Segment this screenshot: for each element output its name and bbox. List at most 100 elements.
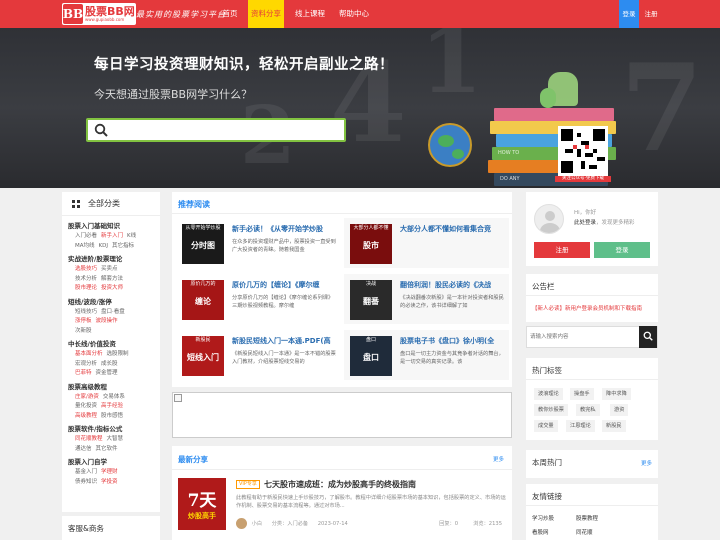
- card-title[interactable]: 新股民短线入门一本通.PDF(高: [232, 336, 336, 346]
- login-hint-strong[interactable]: 此处登录: [574, 220, 596, 226]
- search-icon[interactable]: [94, 123, 108, 137]
- category-link[interactable]: 波段操作: [96, 318, 118, 324]
- category-link[interactable]: 新手入门: [101, 233, 123, 239]
- category-link[interactable]: 同花顺教程: [75, 436, 103, 442]
- category-link[interactable]: MA均线: [75, 243, 95, 249]
- card-title[interactable]: 新手必读！《从零开始学炒股: [232, 224, 336, 234]
- card-desc: 分享原价几万的【缠论】《摩尔缠论系列课》三期炒股视频教程。摩尔缠: [232, 295, 334, 309]
- category-link[interactable]: 成长股: [101, 361, 118, 367]
- card-thumbnail[interactable]: 大部分人都不懂 股市: [350, 224, 392, 264]
- recommend-card[interactable]: 从零开始学炒股 分时图 新手必读！《从零开始学炒股 在众多的投资理财产品中，股票投资一…: [176, 218, 341, 268]
- slogan: 最实用的股票学习平台: [136, 10, 226, 19]
- tag-item[interactable]: 游资: [610, 404, 629, 416]
- category-group-title: 实战进阶/股票理论: [68, 255, 123, 263]
- category-link[interactable]: KDJ: [99, 243, 108, 249]
- hot-more-link[interactable]: 更多: [641, 459, 652, 467]
- friend-link[interactable]: 看股网: [532, 528, 549, 536]
- category-link[interactable]: 大智慧: [107, 436, 124, 442]
- card-title[interactable]: 股票电子书《盘口》徐小明(全: [400, 336, 504, 346]
- card-thumbnail[interactable]: 从零开始学炒股 分时图: [182, 224, 224, 264]
- nav-resources[interactable]: 资料分享: [248, 0, 284, 28]
- card-thumbnail[interactable]: 决战 翻番: [350, 280, 392, 320]
- category-link[interactable]: 交易体系: [103, 394, 125, 400]
- recommend-card[interactable]: 决战 翻番 翻倍利润！股民必读的《决战 《决战翻番次新股》是一本针对投资者和股民的必读…: [344, 274, 509, 324]
- category-link[interactable]: 基本面分析: [75, 351, 103, 357]
- nav-home[interactable]: 首页: [216, 0, 244, 28]
- card-thumbnail[interactable]: 盘口 盘口: [350, 336, 392, 376]
- category-link[interactable]: 股市理论: [75, 285, 97, 291]
- thumb-sub-text: 炒股高手: [188, 512, 216, 520]
- friend-link[interactable]: 同花顺: [576, 528, 593, 536]
- tag-item[interactable]: 降中求降: [602, 388, 631, 400]
- card-thumbnail[interactable]: 新股民 短线入门: [182, 336, 224, 376]
- tag-item[interactable]: 操盘手: [570, 388, 594, 400]
- login-button[interactable]: 登录: [594, 242, 650, 258]
- business-title[interactable]: 客服&商务: [68, 523, 104, 534]
- category-link[interactable]: 技术分析: [75, 276, 97, 282]
- category-link[interactable]: 其它指标: [112, 243, 134, 249]
- category-link[interactable]: 量化投资: [75, 403, 97, 409]
- tag-item[interactable]: 波浪理论: [534, 388, 563, 400]
- category-link[interactable]: K线: [127, 233, 136, 239]
- category-link[interactable]: 盘口·看盘: [101, 309, 125, 315]
- tag-item[interactable]: 成交量: [534, 420, 558, 432]
- register-button[interactable]: 注册: [534, 242, 590, 258]
- category-link[interactable]: 通达信: [75, 446, 92, 452]
- nav-help[interactable]: 帮助中心: [334, 0, 374, 28]
- category-link[interactable]: 债券知识: [75, 479, 97, 485]
- header-login-button[interactable]: 登录: [619, 0, 639, 28]
- thumb-caption: 决战: [365, 281, 376, 287]
- category-link[interactable]: 资金管理: [96, 370, 118, 376]
- recommend-card[interactable]: 盘口 盘口 股票电子书《盘口》徐小明(全 盘口是一切主力资金与其竞争者对话的舞台，是一…: [344, 330, 509, 380]
- category-link[interactable]: 投资大师: [101, 285, 123, 291]
- friend-link[interactable]: 学习炒股: [532, 514, 554, 522]
- card-title[interactable]: 翻倍利润！股民必读的《决战: [400, 280, 504, 290]
- category-link[interactable]: 股市感悟: [101, 413, 123, 419]
- friend-link[interactable]: 股票教程: [576, 514, 598, 522]
- latest-item-title[interactable]: 七天股市速成班：成为炒股高手的终极指南: [264, 479, 416, 490]
- category-link[interactable]: 买卖点: [101, 266, 118, 272]
- category-link[interactable]: 学投资: [101, 479, 118, 485]
- tag-item[interactable]: 江恩理论: [566, 420, 595, 432]
- tag-item[interactable]: 教完私: [576, 404, 600, 416]
- nav-courses[interactable]: 线上课程: [292, 0, 328, 28]
- tag-item[interactable]: 新股民: [602, 420, 626, 432]
- tag-item[interactable]: 教你炒股票: [534, 404, 568, 416]
- hot-header: 本周热门 更多: [526, 450, 658, 472]
- category-link[interactable]: 宏观分析: [75, 361, 97, 367]
- category-link[interactable]: 涨停板: [75, 318, 92, 324]
- category-link[interactable]: 选股限制: [107, 351, 129, 357]
- notice-link[interactable]: 【新人必读】新用户登录会员机制和下载指南: [532, 304, 642, 312]
- category-link[interactable]: 基金入门: [75, 469, 97, 475]
- item-category[interactable]: 分类：入门必备: [272, 521, 308, 527]
- category-link[interactable]: 解套方法: [101, 276, 123, 282]
- recommend-card[interactable]: 原价几万的 缠论 原价几万的【缠论】《摩尔缠分享原价几万的【缠论】《摩尔缠论系列课》…: [176, 274, 341, 324]
- category-link[interactable]: 巴菲特: [75, 370, 92, 376]
- banner-search-box[interactable]: [86, 118, 346, 142]
- card-thumbnail[interactable]: 原价几万的 缠论: [182, 280, 224, 320]
- latest-more-link[interactable]: 更多: [493, 455, 504, 463]
- category-link[interactable]: 次新股: [75, 328, 92, 334]
- header-register-button[interactable]: 注册: [642, 0, 660, 28]
- ad-placeholder[interactable]: [172, 392, 512, 438]
- login-hint-rest: ，发现更多精彩: [596, 220, 635, 226]
- author-avatar[interactable]: [236, 518, 247, 529]
- category-link[interactable]: 高级教程: [75, 413, 97, 419]
- card-title[interactable]: 原价几万的【缠论】《摩尔缠: [232, 280, 336, 290]
- category-link[interactable]: 入门必看: [75, 233, 97, 239]
- side-search-button[interactable]: [639, 326, 657, 348]
- recommend-card[interactable]: 大部分人都不懂 股市 大部分人都不懂如何看集合竞: [344, 218, 509, 268]
- category-link[interactable]: 庄家/游资: [75, 394, 99, 400]
- category-link[interactable]: 其它软件: [96, 446, 118, 452]
- category-link[interactable]: 选股技巧: [75, 266, 97, 272]
- latest-thumbnail[interactable]: 7天 炒股高手: [178, 478, 226, 530]
- category-link[interactable]: 学理财: [101, 469, 118, 475]
- thumb-caption: 盘口: [365, 337, 376, 343]
- author-name[interactable]: 小白: [252, 521, 262, 527]
- side-search-input[interactable]: [527, 327, 639, 347]
- category-link[interactable]: 短线技巧: [75, 309, 97, 315]
- category-link[interactable]: 高手经验: [101, 403, 123, 409]
- site-logo[interactable]: BB 股票BB网 www.gupiaobb.com: [62, 3, 136, 25]
- card-title[interactable]: 大部分人都不懂如何看集合竞: [400, 224, 504, 234]
- recommend-card[interactable]: 新股民 短线入门 新股民短线入门一本通.PDF(高 《新股民短线入门一本通》是一本不错…: [176, 330, 341, 380]
